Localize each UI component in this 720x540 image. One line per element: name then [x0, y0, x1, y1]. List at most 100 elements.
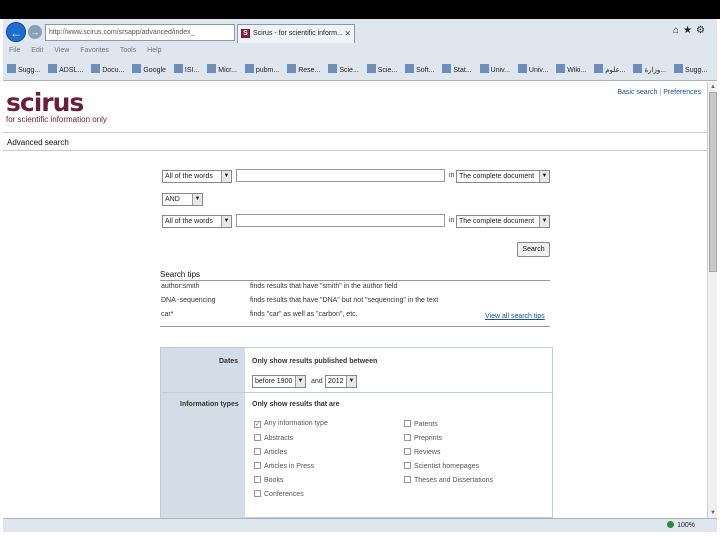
menu-file[interactable]: File: [9, 47, 20, 54]
favorite-link[interactable]: وزارة...: [633, 64, 666, 74]
filters-panel: Dates Only show results published betwee…: [160, 347, 553, 518]
gear-icon[interactable]: ⚙: [696, 25, 709, 36]
tip-description: finds results that have "DNA" but not "s…: [250, 297, 439, 304]
favorite-link[interactable]: ADSL...: [48, 64, 83, 74]
home-icon[interactable]: ⌂: [673, 25, 683, 36]
tab-close-icon[interactable]: ✕: [344, 25, 351, 43]
menu-help[interactable]: Help: [147, 47, 161, 54]
row2-mode-select[interactable]: All of the words ▼: [162, 215, 232, 228]
favorite-link[interactable]: Scie...: [366, 64, 397, 74]
row2-search-input[interactable]: [236, 214, 445, 227]
checkbox-icon: [254, 476, 261, 483]
favorite-page-icon: [517, 64, 527, 73]
favorite-link[interactable]: Soft...: [405, 64, 434, 74]
checkbox-abstracts[interactable]: Abstracts: [254, 434, 293, 442]
menu-tools[interactable]: Tools: [120, 47, 136, 54]
row1-search-input[interactable]: [236, 169, 445, 182]
favorite-page-icon: [173, 64, 183, 73]
favorite-page-icon: [366, 64, 376, 73]
checkbox-articles-in-press[interactable]: Articles in Press: [254, 462, 314, 470]
checkbox-conferences[interactable]: Conferences: [254, 490, 304, 498]
checkbox-any-type[interactable]: ✓ Any information type: [254, 420, 328, 428]
dates-note: Only show results published between: [252, 358, 378, 365]
address-bar[interactable]: http://www.scirus.com/srsapp/advanced/in…: [45, 24, 235, 41]
favorite-page-icon: [633, 64, 643, 73]
favorite-link[interactable]: Docu...: [91, 64, 124, 74]
date-from-select[interactable]: before 1900 ▼: [252, 375, 306, 388]
view-all-tips-link[interactable]: View all search tips: [485, 313, 545, 320]
favorite-link[interactable]: Univ...: [479, 64, 510, 74]
checked-checkbox-icon: ✓: [254, 421, 261, 428]
row1-field-select[interactable]: The complete document ▼: [456, 170, 550, 183]
row2-field-select[interactable]: The complete document ▼: [456, 215, 550, 228]
vertical-scrollbar[interactable]: ▲ ▼: [707, 82, 717, 518]
search-button[interactable]: Search: [517, 242, 550, 257]
checkbox-books[interactable]: Books: [254, 476, 283, 484]
checkbox-theses[interactable]: Theses and Dissertations: [404, 476, 493, 484]
dates-label: Dates: [219, 358, 239, 365]
favorites-bar: Sugg... ADSL... Docu... Google ISI... Mi…: [7, 64, 717, 78]
checkbox-reviews[interactable]: Reviews: [404, 448, 440, 456]
favorites-star-icon[interactable]: ★: [683, 25, 696, 36]
scirus-logo[interactable]: scirus: [6, 88, 84, 117]
divider: [3, 132, 707, 133]
chevron-down-icon: ▼: [539, 216, 549, 227]
forward-arrow-icon: →: [30, 27, 40, 37]
filter-label-column: [161, 348, 245, 518]
favorite-page-icon: [405, 64, 415, 73]
status-bar: 100%: [3, 518, 717, 532]
favorite-link[interactable]: Univ...: [517, 64, 548, 74]
in-label: in: [449, 217, 455, 224]
operator-select[interactable]: AND ▼: [162, 193, 203, 206]
favorite-page-icon: [556, 64, 566, 73]
checkbox-icon: [404, 476, 411, 483]
checkbox-scientist-homepages[interactable]: Scientist homepages: [404, 462, 479, 470]
tab-title: Scirus - for scientific inform...: [253, 30, 343, 37]
favorite-link[interactable]: علوم...: [594, 64, 626, 74]
browser-tab[interactable]: S Scirus - for scientific inform... ✕: [237, 24, 355, 43]
forward-button[interactable]: →: [28, 25, 42, 39]
and-label: and: [311, 378, 323, 385]
favorite-page-icon: [244, 64, 254, 73]
favorite-page-icon: [48, 64, 58, 73]
checkbox-articles[interactable]: Articles: [254, 448, 287, 456]
date-to-select[interactable]: 2012 ▼: [325, 375, 357, 388]
scroll-thumb[interactable]: [709, 92, 717, 272]
favorite-page-icon: [442, 64, 452, 73]
checkbox-icon: [254, 448, 261, 455]
preferences-link[interactable]: Preferences: [663, 89, 701, 96]
checkbox-icon: [404, 420, 411, 427]
menu-favorites[interactable]: Favorites: [80, 47, 109, 54]
favorite-link[interactable]: Stat...: [442, 64, 472, 74]
tip-description: finds "car" as well as "carbon", etc.: [250, 311, 358, 318]
favorite-link[interactable]: Sugg...: [674, 64, 707, 74]
favorite-link[interactable]: Wiki...: [556, 64, 586, 74]
menu-edit[interactable]: Edit: [31, 47, 43, 54]
row1-mode-select[interactable]: All of the words ▼: [162, 170, 232, 183]
favorite-page-icon: [7, 64, 16, 73]
favorite-link[interactable]: Google: [132, 64, 166, 74]
basic-search-link[interactable]: Basic search: [617, 89, 657, 96]
zoom-icon: [667, 521, 675, 528]
favorite-link[interactable]: ISI...: [173, 64, 199, 74]
favorite-link[interactable]: Micr...: [207, 64, 237, 74]
favorite-link[interactable]: Scie...: [328, 64, 359, 74]
scroll-up-icon[interactable]: ▲: [709, 83, 717, 91]
back-button[interactable]: ←: [6, 22, 26, 42]
scroll-down-icon[interactable]: ▼: [709, 509, 717, 517]
menu-view[interactable]: View: [54, 47, 69, 54]
page-content: scirus for scientific information only B…: [3, 82, 707, 518]
information-types-label: Information types: [180, 401, 239, 408]
checkbox-patents[interactable]: Patents: [404, 420, 438, 428]
zoom-control[interactable]: 100%: [667, 521, 695, 529]
favorite-link[interactable]: Sugg...: [7, 64, 40, 74]
favorite-link[interactable]: pubm...: [244, 64, 279, 74]
top-black-bar: [0, 0, 720, 19]
site-tagline: for scientific information only: [6, 115, 107, 124]
tip-example: author:smith: [161, 283, 200, 290]
favorite-link[interactable]: Rese...: [287, 64, 320, 74]
checkbox-preprints[interactable]: Preprints: [404, 434, 442, 442]
page-title: Advanced search: [7, 138, 69, 147]
favorite-page-icon: [207, 64, 217, 73]
back-arrow-icon: ←: [10, 26, 22, 40]
